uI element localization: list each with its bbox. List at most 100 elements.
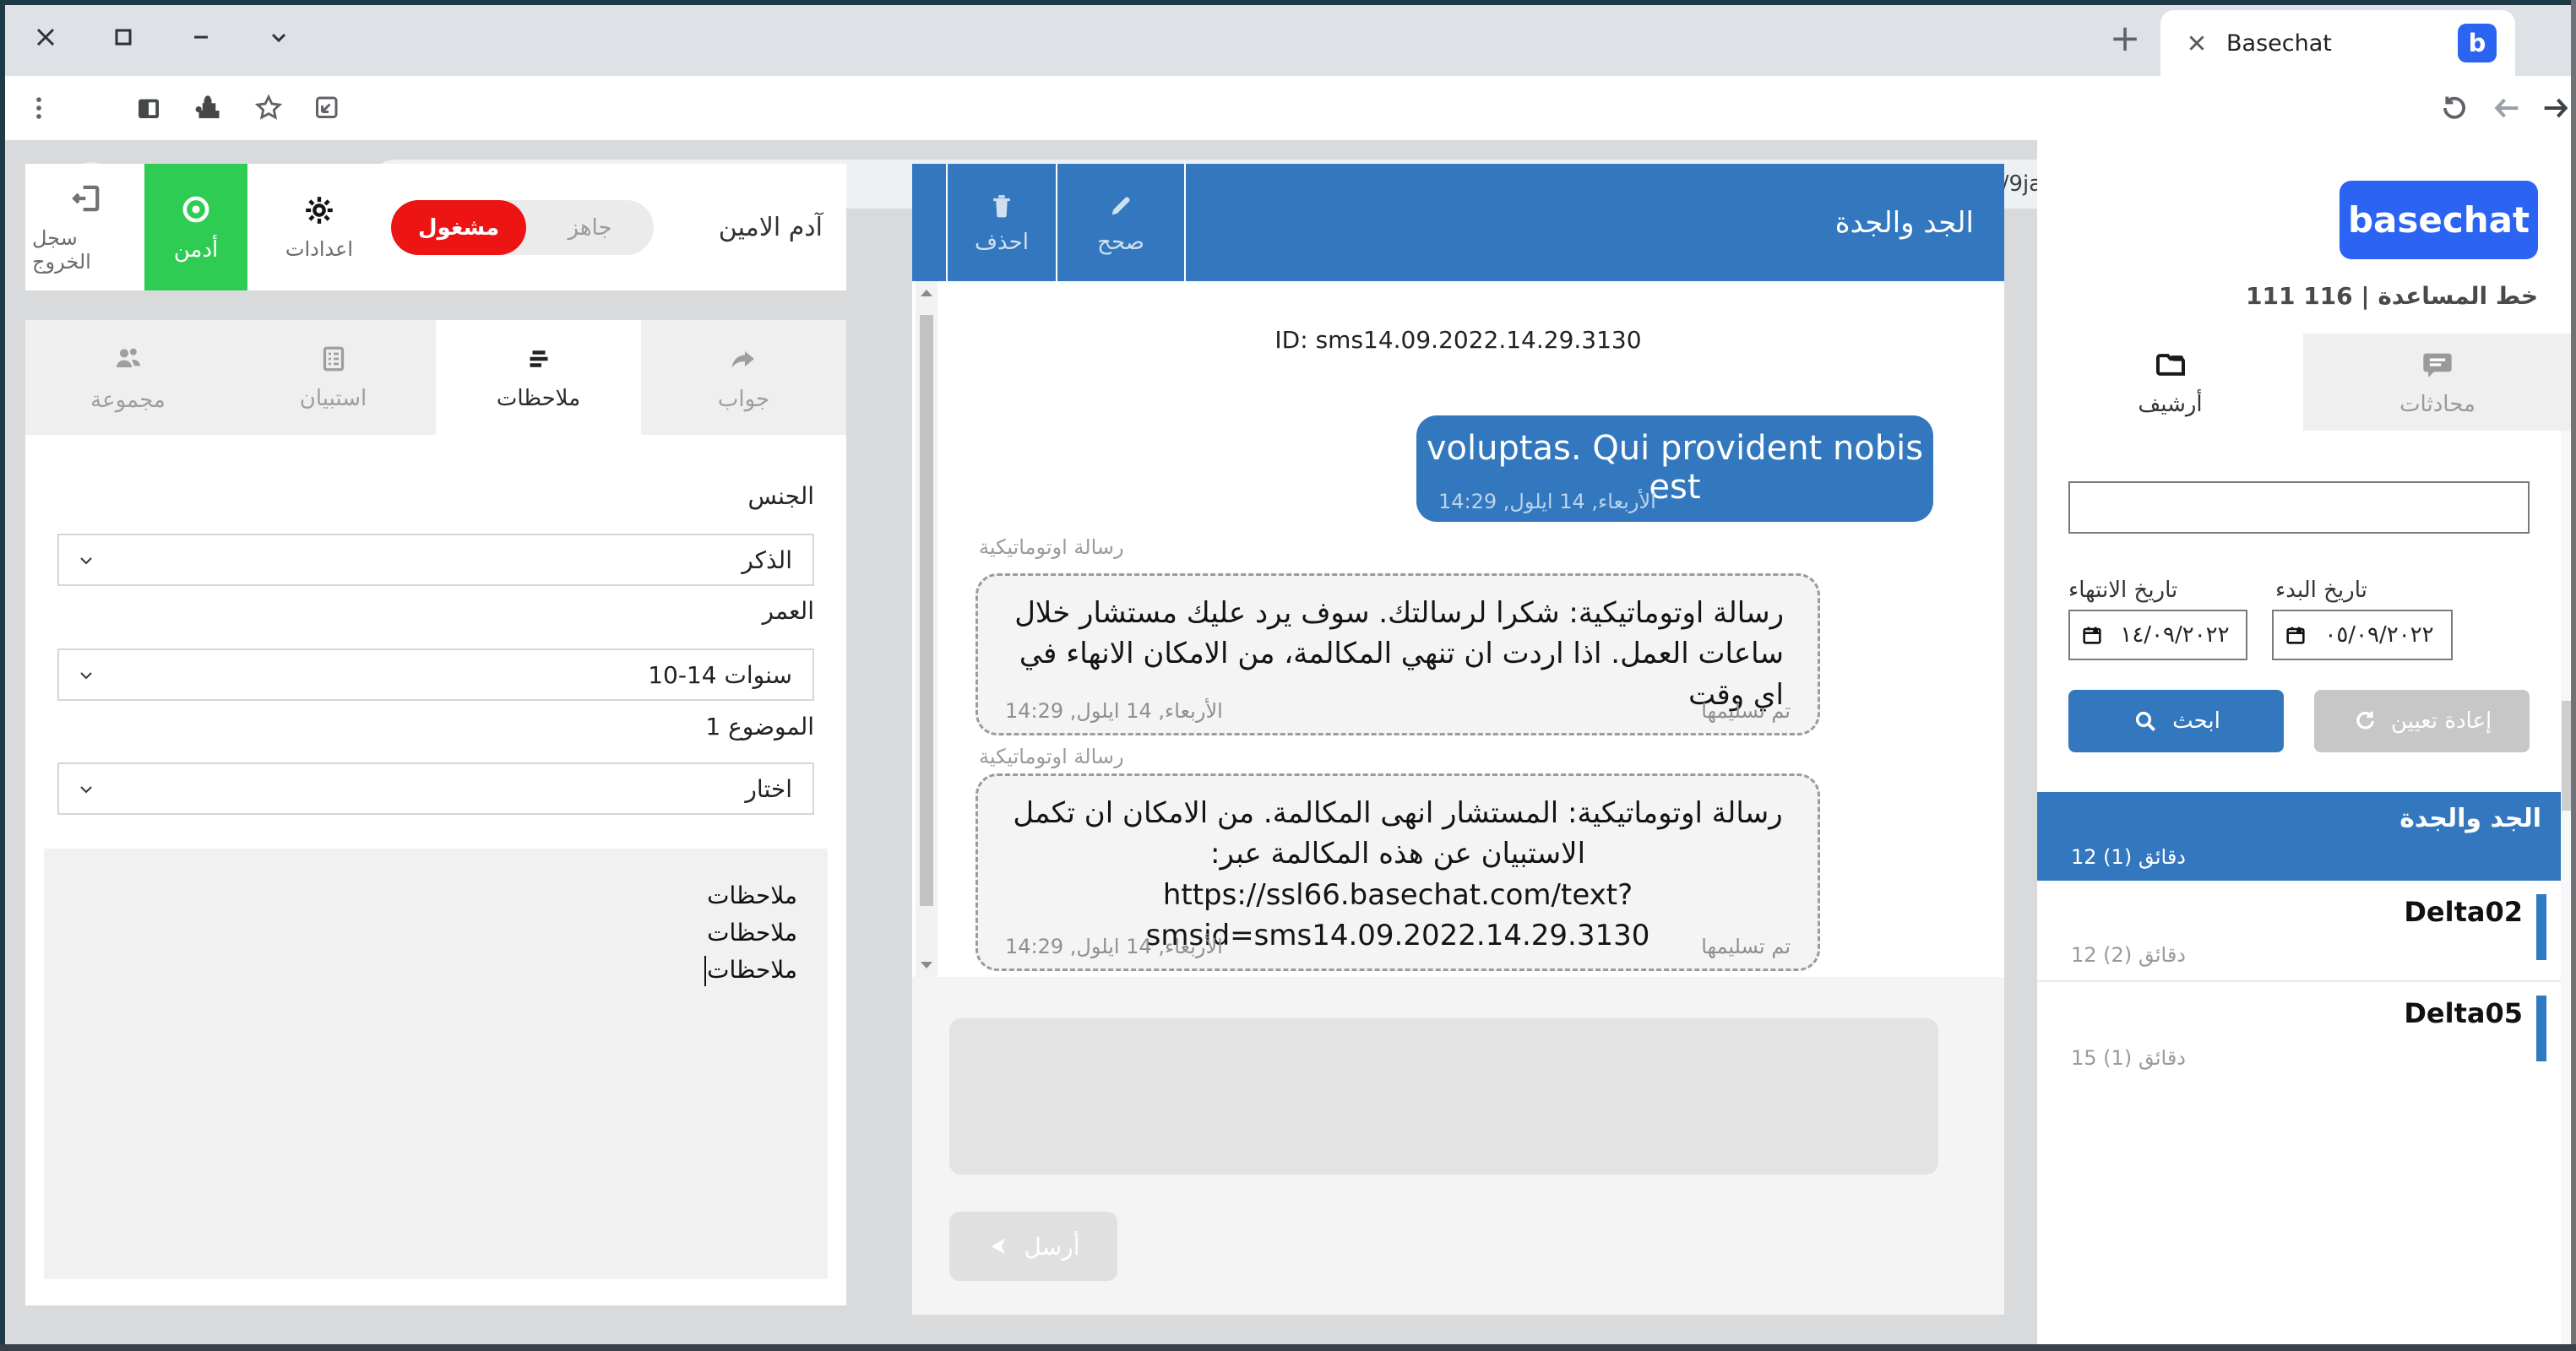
browser-tab[interactable]: Basechat b	[2160, 10, 2515, 76]
conversation-title: الجد والجدة	[2399, 804, 2541, 833]
reset-icon	[2352, 708, 2378, 734]
tab-group[interactable]: مجموعة	[25, 320, 231, 435]
tab-notes[interactable]: ملاحظات	[436, 320, 641, 435]
extensions-button[interactable]	[182, 83, 233, 133]
send-icon	[987, 1234, 1011, 1258]
edit-button[interactable]: صحح	[1057, 164, 1186, 281]
window-minimize-button[interactable]	[176, 12, 226, 62]
chat-header: الجد والجدة احذف صحح	[912, 164, 2004, 281]
left-tabs: جواب ملاحظات استبيان مجموعة	[25, 320, 846, 435]
scroll-down-icon	[919, 960, 934, 970]
tab-reply[interactable]: جواب	[641, 320, 846, 435]
tab-title: Basechat	[2226, 30, 2458, 57]
tab-survey[interactable]: استبيان	[231, 320, 436, 435]
window-close-button[interactable]	[20, 12, 71, 62]
settings-button[interactable]: اعدادات	[260, 164, 378, 290]
outgoing-message-time: الأربعاء, 14 ايلول, 14:29	[1438, 490, 1656, 513]
chat-title: الجد والجدة	[1835, 164, 1974, 281]
end-date-field[interactable]: ١٤/٠٩/٢٠٢٢	[2068, 610, 2247, 660]
new-tab-button[interactable]: +	[2100, 14, 2150, 64]
tab-close-icon[interactable]	[2186, 32, 2208, 54]
conversation-meta: 12 دقائق (1)	[2071, 845, 2186, 869]
chevron-down-icon	[76, 665, 96, 686]
pencil-icon	[1106, 191, 1136, 221]
delete-button[interactable]: احذف	[948, 164, 1057, 281]
notes-line: ملاحظات	[74, 877, 797, 914]
window-frame-left	[0, 0, 5, 1351]
reload-icon	[2438, 92, 2470, 124]
admin-eye-icon	[178, 192, 214, 227]
conversation-meta: 15 دقائق (1)	[2071, 1046, 2186, 1070]
browser-menu-button[interactable]	[14, 83, 64, 133]
back-button[interactable]	[2481, 83, 2532, 133]
gear-icon	[302, 193, 336, 227]
age-label: العمر	[763, 597, 814, 625]
admin-label: أدمن	[174, 237, 219, 263]
message-input[interactable]	[949, 1018, 1938, 1175]
bookmark-button[interactable]	[243, 83, 294, 133]
send-to-device-icon	[311, 93, 341, 123]
search-button[interactable]: ابحث	[2068, 690, 2284, 752]
tab-conversations[interactable]: محادثات	[2303, 334, 2572, 431]
basechat-logo: basechat	[2340, 181, 2538, 259]
chat-header-actions: احذف صحح	[946, 164, 1186, 281]
chevron-down-icon	[76, 779, 96, 800]
topic-select[interactable]: اختار	[57, 762, 814, 815]
gender-label: الجنس	[747, 482, 814, 510]
reload-button[interactable]	[2429, 83, 2480, 133]
chevron-down-icon	[273, 35, 285, 41]
helpline-text: خط المساعدة | 116 111	[2246, 282, 2538, 310]
tab-search-button[interactable]	[253, 12, 304, 62]
conversation-item[interactable]: Delta02 12 دقائق (2)	[2037, 881, 2572, 982]
tab-archive[interactable]: أرشيف	[2037, 334, 2303, 431]
survey-icon	[318, 344, 349, 374]
chat-scrollbar[interactable]	[916, 281, 937, 977]
start-date-label: تاريخ البدء	[2275, 578, 2367, 603]
sidebar-icon	[133, 93, 164, 123]
start-date-value: ٠٥/٠٩/٢٠٢٢	[2307, 622, 2451, 648]
forward-button[interactable]	[2530, 83, 2576, 133]
admin-button[interactable]: أدمن	[144, 164, 247, 290]
status-toggle[interactable]: مشغول جاهز	[391, 200, 654, 255]
calendar-icon	[2284, 623, 2307, 647]
outgoing-message-bubble: voluptas. Qui provident nobis est الأربع…	[1416, 415, 1933, 522]
conversation-title: Delta05	[2404, 997, 2523, 1029]
chevron-down-icon	[76, 551, 96, 571]
folder-icon	[2154, 348, 2187, 382]
status-ready-segment[interactable]: جاهز	[526, 200, 654, 255]
back-arrow-icon	[2490, 91, 2524, 125]
accent-bar	[2536, 894, 2546, 960]
notes-line: ملاحظات	[74, 952, 797, 989]
auto-message-text: رسالة اوتوماتيكية: المستشار انهى المكالم…	[978, 776, 1818, 956]
age-select[interactable]: سنوات 14-10	[57, 648, 814, 701]
conversation-item-active[interactable]: الجد والجدة 12 دقائق (1)	[2037, 792, 2572, 881]
reset-button[interactable]: إعادة تعيين	[2314, 690, 2530, 752]
auto-message-bubble: رسالة اوتوماتيكية: المستشار انهى المكالم…	[976, 773, 1820, 971]
notes-textarea[interactable]: ملاحظات ملاحظات ملاحظات	[44, 849, 828, 1279]
scrollbar-thumb[interactable]	[2562, 701, 2571, 811]
scrollbar-thumb[interactable]	[920, 315, 933, 906]
auto-message-bubble: رسالة اوتوماتيكية: شكرا لرسالتك. سوف يرد…	[976, 573, 1820, 735]
window-maximize-button[interactable]	[98, 12, 149, 62]
conversation-item[interactable]: Delta05 15 دقائق (1)	[2037, 982, 2572, 1083]
close-icon	[38, 30, 53, 45]
settings-label: اعدادات	[285, 237, 353, 261]
logout-button[interactable]: سجل الخروج	[32, 164, 142, 290]
message-time: الأربعاء, 14 ايلول, 14:29	[1005, 699, 1223, 723]
auto-message-label: رسالة اوتوماتيكية	[979, 745, 1124, 768]
client-panel-card: جواب ملاحظات استبيان مجموعة الجنس الذكر …	[25, 320, 846, 1305]
search-input[interactable]	[2068, 481, 2530, 534]
conversation-title: Delta02	[2404, 896, 2523, 928]
puzzle-icon	[193, 93, 223, 123]
gender-select[interactable]: الذكر	[57, 534, 814, 586]
send-button[interactable]: أرسل	[949, 1212, 1117, 1281]
send-to-device-button[interactable]	[301, 83, 351, 133]
start-date-field[interactable]: ٠٥/٠٩/٢٠٢٢	[2272, 610, 2453, 660]
kebab-menu-icon	[24, 94, 53, 122]
end-date-value: ١٤/٠٩/٢٠٢٢	[2104, 622, 2246, 648]
message-status: تم تسليمها	[1701, 935, 1791, 958]
sidebar-toggle-button[interactable]	[123, 83, 174, 133]
maximize-icon	[117, 30, 130, 44]
status-busy-segment[interactable]: مشغول	[391, 200, 526, 255]
accent-bar	[2536, 996, 2546, 1061]
